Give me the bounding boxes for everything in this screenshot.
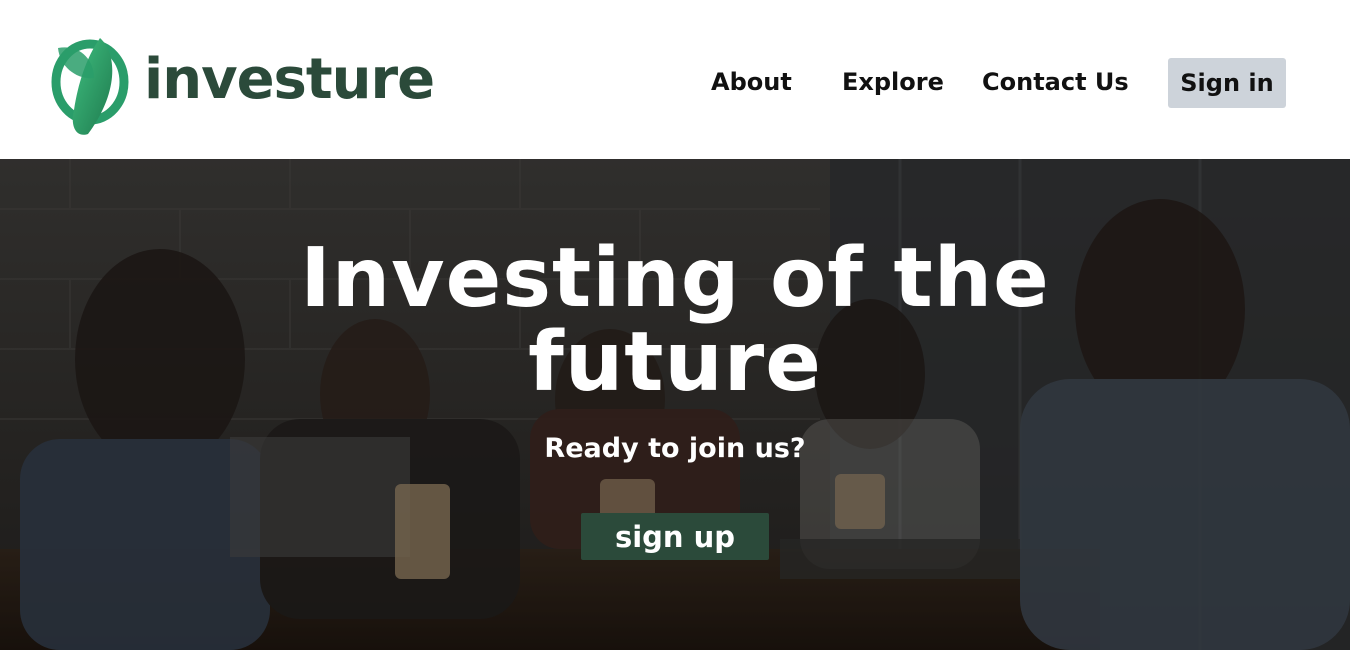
sign-in-button[interactable]: Sign in xyxy=(1168,58,1286,108)
nav-link-contact-us[interactable]: Contact Us xyxy=(982,68,1129,96)
site-header: investure About Explore Contact Us Sign … xyxy=(0,0,1350,159)
leaf-ring-logo-icon xyxy=(51,38,129,135)
hero-content: Investing of the future Ready to join us… xyxy=(0,159,1350,650)
hero-section: Investing of the future Ready to join us… xyxy=(0,159,1350,650)
nav-link-about[interactable]: About xyxy=(711,68,792,96)
brand-name: investure xyxy=(144,46,435,112)
sign-up-button[interactable]: sign up xyxy=(581,513,769,560)
hero-subtitle: Ready to join us? xyxy=(544,433,806,464)
brand-logo[interactable]: investure xyxy=(48,34,435,138)
hero-title: Investing of the future xyxy=(300,231,1050,410)
nav-link-explore[interactable]: Explore xyxy=(842,68,944,96)
